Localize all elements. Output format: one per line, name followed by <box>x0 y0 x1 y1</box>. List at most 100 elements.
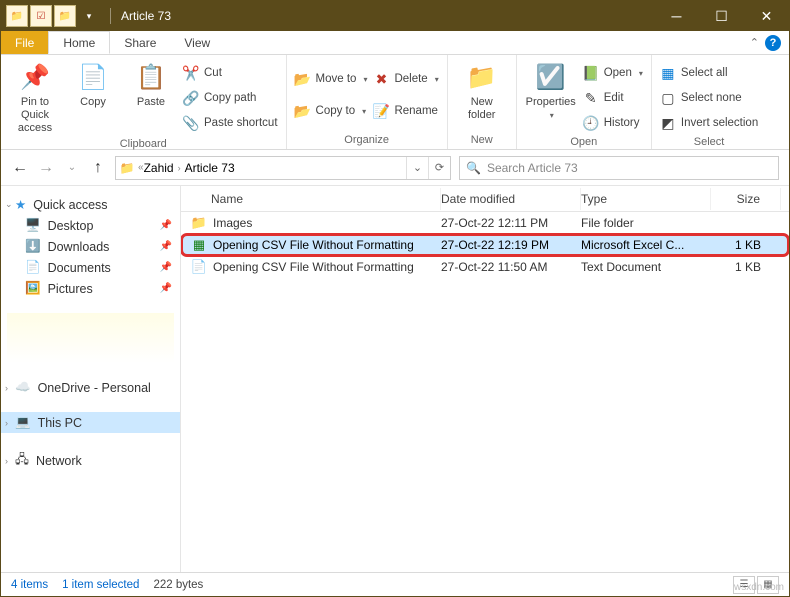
copy-path-button[interactable]: 🔗Copy path <box>183 87 278 109</box>
open-button[interactable]: 📗Open▾ <box>583 62 643 84</box>
nav-downloads[interactable]: ⬇️Downloads📌 <box>1 236 180 257</box>
file-type: File folder <box>581 216 711 230</box>
delete-icon: ✖ <box>373 71 389 87</box>
group-clipboard-label: Clipboard <box>9 136 278 153</box>
new-folder-button[interactable]: 📁 New folder <box>456 58 508 122</box>
group-open: ☑️ Properties ▾ 📗Open▾ ✎Edit 🕘History Op… <box>517 55 652 149</box>
file-date: 27-Oct-22 12:19 PM <box>441 238 581 252</box>
edit-icon: ✎ <box>583 90 599 106</box>
rename-button[interactable]: 📝Rename <box>373 100 438 122</box>
tab-view[interactable]: View <box>170 31 224 54</box>
paste-button[interactable]: 📋 Paste <box>125 58 177 109</box>
delete-button[interactable]: ✖Delete▾ <box>373 68 438 90</box>
paste-shortcut-button[interactable]: 📎Paste shortcut <box>183 112 278 134</box>
col-size[interactable]: Size <box>711 188 781 210</box>
properties-icon: ☑️ <box>535 62 567 94</box>
help-icon[interactable]: ? <box>765 35 781 51</box>
group-organize: 📂Move to▾ 📂Copy to▾ ✖Delete▾ 📝Rename Org… <box>287 55 448 149</box>
recent-locations-button[interactable]: ⌄ <box>63 162 81 173</box>
invert-selection-button[interactable]: ◩Invert selection <box>660 112 758 134</box>
copy-icon: 📄 <box>77 62 109 94</box>
copy-label: Copy <box>80 96 106 109</box>
col-date[interactable]: Date modified <box>441 188 581 210</box>
minimize-button[interactable]: ─ <box>654 1 699 31</box>
history-icon: 🕘 <box>583 115 599 131</box>
edit-button[interactable]: ✎Edit <box>583 87 643 109</box>
file-row[interactable]: 📄Opening CSV File Without Formatting27-O… <box>181 256 789 278</box>
group-new-label: New <box>456 132 508 149</box>
address-dropdown-icon[interactable]: ⌄ <box>406 157 428 179</box>
col-name[interactable]: Name <box>181 188 441 210</box>
search-icon: 🔍 <box>466 161 481 175</box>
group-new: 📁 New folder New <box>448 55 517 149</box>
select-all-button[interactable]: ▦Select all <box>660 62 758 84</box>
status-selected: 1 item selected <box>62 579 139 591</box>
pin-quick-access-button[interactable]: 📌 Pin to Quick access <box>9 58 61 136</box>
nav-documents[interactable]: 📄Documents📌 <box>1 257 180 278</box>
select-none-button[interactable]: ▢Select none <box>660 87 758 109</box>
breadcrumb-zahid[interactable]: Zahid <box>144 161 174 175</box>
forward-button[interactable]: → <box>37 159 55 177</box>
paste-shortcut-icon: 📎 <box>183 115 199 131</box>
refresh-button[interactable]: ⟳ <box>428 157 450 179</box>
qat-folder-icon[interactable]: 📁 <box>6 5 28 27</box>
status-bytes: 222 bytes <box>153 579 203 591</box>
select-none-icon: ▢ <box>660 90 676 106</box>
move-to-button[interactable]: 📂Move to▾ <box>295 68 368 90</box>
nav-desktop[interactable]: 🖥️Desktop📌 <box>1 215 180 236</box>
file-row[interactable]: 📁Images27-Oct-22 12:11 PMFile folder <box>181 212 789 234</box>
file-row[interactable]: ▦ Opening CSV File Without Formatting 27-O… <box>181 234 789 256</box>
nav-pictures[interactable]: 🖼️Pictures📌 <box>1 278 180 299</box>
cut-icon: ✂️ <box>183 65 199 81</box>
copy-to-button[interactable]: 📂Copy to▾ <box>295 100 368 122</box>
pin-icon: 📌 <box>160 241 172 252</box>
properties-button[interactable]: ☑️ Properties ▾ <box>525 58 577 121</box>
nav-quick-access[interactable]: ⌄★Quick access <box>1 194 180 215</box>
file-type: Microsoft Excel C... <box>581 238 711 252</box>
pin-icon: 📌 <box>160 283 172 294</box>
open-icon: 📗 <box>583 65 599 81</box>
group-clipboard: 📌 Pin to Quick access 📄 Copy 📋 Paste ✂️C… <box>1 55 287 149</box>
history-button[interactable]: 🕘History <box>583 112 643 134</box>
nav-onedrive[interactable]: ›☁️OneDrive - Personal <box>1 377 180 398</box>
group-open-label: Open <box>525 134 643 151</box>
copy-to-icon: 📂 <box>295 103 311 119</box>
text-icon: 📄 <box>191 259 207 275</box>
nav-this-pc[interactable]: ›💻This PC <box>1 412 180 433</box>
search-box[interactable]: 🔍 Search Article 73 <box>459 156 779 180</box>
address-bar[interactable]: 📁 « Zahid › Article 73 ⌄ ⟳ <box>115 156 451 180</box>
pin-icon: 📌 <box>160 262 172 273</box>
ribbon-tabs: File Home Share View ⌃ ? <box>1 31 789 55</box>
file-date: 27-Oct-22 12:11 PM <box>441 216 581 230</box>
search-placeholder: Search Article 73 <box>487 161 578 175</box>
pin-label: Pin to Quick access <box>9 96 61 136</box>
navigation-pane[interactable]: ⌄★Quick access 🖥️Desktop📌 ⬇️Downloads📌 📄… <box>1 186 181 572</box>
nav-network[interactable]: ›🖧Network <box>1 447 180 474</box>
maximize-button[interactable]: ☐ <box>699 1 744 31</box>
col-type[interactable]: Type <box>581 188 711 210</box>
file-name: Opening CSV File Without Formatting <box>213 238 414 252</box>
breadcrumb-article73[interactable]: Article 73 <box>185 161 235 175</box>
collapse-ribbon-icon[interactable]: ⌃ <box>750 36 759 49</box>
tab-file[interactable]: File <box>1 31 48 54</box>
qat-dropdown-icon[interactable]: ▾ <box>78 5 100 27</box>
file-list[interactable]: Name Date modified Type Size 📁Images27-O… <box>181 186 789 572</box>
back-button[interactable]: ← <box>11 159 29 177</box>
copy-button[interactable]: 📄 Copy <box>67 58 119 109</box>
address-folder-icon: 📁 <box>116 161 138 175</box>
cut-button[interactable]: ✂️Cut <box>183 62 278 84</box>
excel-icon: ▦ <box>191 237 207 253</box>
up-button[interactable]: ↑ <box>89 159 107 177</box>
file-size: 1 KB <box>711 260 781 274</box>
qat-check-icon[interactable]: ☑ <box>30 5 52 27</box>
close-button[interactable]: ✕ <box>744 1 789 31</box>
tab-home[interactable]: Home <box>48 31 110 54</box>
paste-icon: 📋 <box>135 62 167 94</box>
watermark: wsxdn.com <box>734 582 784 593</box>
tab-share[interactable]: Share <box>110 31 170 54</box>
qat-folder2-icon[interactable]: 📁 <box>54 5 76 27</box>
group-select: ▦Select all ▢Select none ◩Invert selecti… <box>652 55 766 149</box>
status-item-count: 4 items <box>11 579 48 591</box>
ribbon: 📌 Pin to Quick access 📄 Copy 📋 Paste ✂️C… <box>1 55 789 150</box>
select-all-icon: ▦ <box>660 65 676 81</box>
